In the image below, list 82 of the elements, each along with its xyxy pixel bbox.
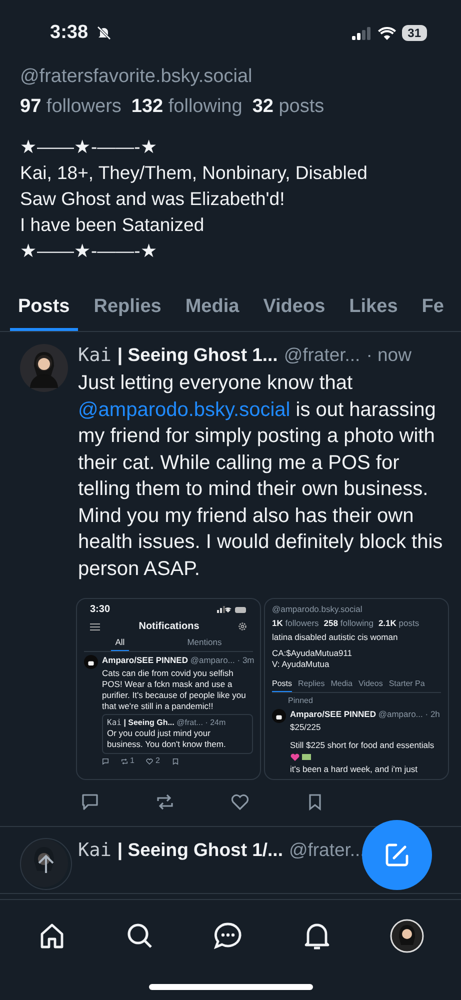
- post-text: $25/225: [290, 722, 322, 733]
- author-title[interactable]: | Seeing Ghost 1/...: [117, 839, 283, 861]
- heart-icon: [146, 758, 154, 764]
- profile-tab[interactable]: Posts: [10, 292, 78, 331]
- profile-tab[interactable]: Media: [177, 292, 248, 331]
- profile-avatar[interactable]: [390, 919, 424, 953]
- author-handle: @frater...: [288, 839, 366, 861]
- post-time: · 3m: [237, 655, 254, 665]
- profile-stat[interactable]: 97 followers: [20, 96, 122, 118]
- bio-line: V: AyudaMutua: [272, 659, 330, 670]
- screenshot-time: 3:30: [90, 604, 110, 615]
- bookmark-icon: [172, 758, 179, 764]
- reply-icon: [102, 758, 109, 764]
- post-text: Still $225 short for food and essentials: [290, 740, 436, 751]
- wifi-icon: [378, 26, 396, 40]
- tab-label: Mentions: [186, 636, 223, 649]
- author-handle: @amparo...: [190, 655, 235, 665]
- author-title[interactable]: | Seeing Ghost 1...: [117, 344, 278, 366]
- emoji-drawing: [290, 753, 312, 762]
- author-title: | Seeing Gh...: [124, 718, 174, 727]
- bio-line: ★——★-——-★: [20, 135, 158, 159]
- quote-text: Or you could just mind your business. You don't know them.: [107, 728, 227, 750]
- bio-line: CA:$AyudaMutua911: [272, 648, 354, 659]
- bio-line: latina disabled autistic cis woman: [272, 632, 399, 643]
- bio-line: Kai, 18+, They/Them, Nonbinary, Disabled: [20, 161, 368, 185]
- bio-line: I have been Satanized: [20, 213, 206, 237]
- tab-label: Replies: [298, 678, 325, 690]
- avatar: [84, 655, 98, 669]
- post-text: Just letting everyone know that @amparodo.bsky.social is out harassing my friend for simply posting a photo with their cat. While calling me a POS for telling them to mind their own business. Mind you my friend also has their own health issues. I would definitely block this person ASAP.: [78, 371, 444, 582]
- profile-tab[interactable]: Fe: [414, 292, 452, 331]
- menu-icon[interactable]: [90, 622, 100, 630]
- up-arrow-icon: [36, 853, 56, 875]
- author-handle: @amparo...: [378, 709, 423, 719]
- profile-tab[interactable]: Videos: [255, 292, 334, 331]
- notification-text: Cats can die from covid you selfish POS! Wear a fckn mask and use a purifier. It's because of people like you that we're still in a pandemic!!: [102, 668, 247, 712]
- profile-stat: 2.1K posts: [378, 618, 420, 628]
- post-time: · 2h: [425, 709, 440, 719]
- screenshot-image[interactable]: [76, 598, 261, 780]
- profile-handle: @fratersfavorite.bsky.social: [20, 66, 254, 88]
- screenshot-image[interactable]: [264, 598, 449, 780]
- author-handle: @frat...: [176, 718, 203, 727]
- battery-level: 31: [402, 25, 427, 41]
- bio-line: Saw Ghost and was Elizabeth'd!: [20, 187, 286, 211]
- author-name[interactable]: Kai: [78, 345, 112, 366]
- profile-stat: 258 following: [324, 618, 374, 628]
- profile-stat[interactable]: 132 following: [131, 96, 242, 118]
- tab-label: All: [111, 635, 129, 651]
- tab-label: Videos: [358, 678, 383, 690]
- repost-icon: [121, 758, 128, 764]
- pinned-label: Pinned: [287, 696, 314, 706]
- post-time: · now: [366, 344, 412, 366]
- tab-label: Starter Pa: [388, 678, 425, 690]
- profile-tab[interactable]: Likes: [341, 292, 406, 331]
- author-name: Amparo/SEE PINNED: [102, 655, 188, 665]
- tab-label: Posts: [272, 677, 292, 692]
- author-name: Amparo/SEE PINNED: [290, 709, 376, 719]
- bio-line: ★——★-——-★: [20, 239, 158, 263]
- reply-icon[interactable]: [80, 792, 100, 812]
- post-text: it's been a hard week, and i'm just: [290, 764, 419, 775]
- avatar[interactable]: [20, 344, 68, 392]
- screen-title: Notifications: [138, 621, 200, 632]
- post-time: · 24m: [205, 718, 226, 727]
- author-name: Kai: [107, 718, 122, 727]
- settings-icon[interactable]: [238, 622, 247, 631]
- tab-label: Media: [330, 678, 352, 690]
- repost-icon[interactable]: [155, 792, 175, 812]
- like-count: 2: [155, 756, 160, 766]
- mention-link[interactable]: @amparodo.bsky.social: [78, 398, 290, 420]
- profile-tab[interactable]: Replies: [86, 292, 170, 331]
- repost-count: 1: [130, 756, 134, 766]
- status-time: 3:38: [50, 22, 88, 44]
- avatar: [272, 709, 286, 723]
- profile-stat[interactable]: 32 posts: [252, 96, 324, 118]
- profile-stat: 1K followers: [272, 618, 319, 628]
- muted-bell-icon: [96, 25, 112, 41]
- author-name[interactable]: Kai: [78, 840, 112, 861]
- heart-icon[interactable]: [230, 792, 250, 812]
- chat-icon[interactable]: [213, 921, 244, 951]
- status-icons: [217, 606, 247, 613]
- author-handle: @frater...: [284, 344, 360, 366]
- signal-icon: [352, 26, 372, 40]
- profile-handle: @amparodo.bsky.social: [272, 604, 364, 615]
